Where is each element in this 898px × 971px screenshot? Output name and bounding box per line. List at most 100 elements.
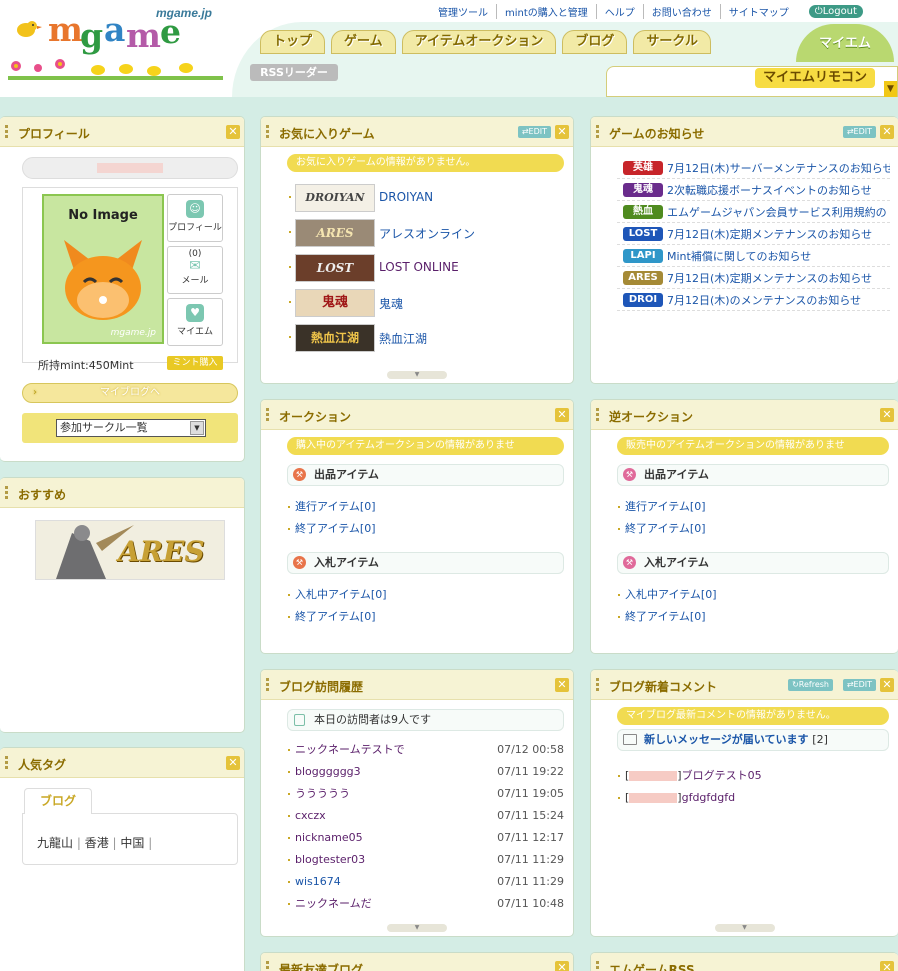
util-link-contact[interactable]: お問い合わせ — [644, 4, 721, 19]
drag-handle-icon[interactable] — [596, 408, 599, 421]
visitor-link[interactable]: wis1674 — [295, 875, 341, 888]
myem-button[interactable]: ♥ マイエム — [167, 298, 223, 346]
rss-reader-button[interactable]: RSSリーダー — [250, 64, 338, 81]
drag-handle-icon[interactable] — [596, 961, 599, 971]
close-icon[interactable]: ✕ — [226, 125, 240, 139]
remocon-label[interactable]: マイエムリモコン — [755, 68, 875, 88]
news-link[interactable]: 7月12日(木)サーバーメンテナンスのお知らせ — [667, 160, 890, 176]
edit-button[interactable]: ⇄EDIT — [842, 126, 876, 138]
drag-handle-icon[interactable] — [5, 125, 8, 138]
news-link[interactable]: 7月12日(木)定期メンテナンスのお知らせ — [667, 270, 872, 286]
visitor-link[interactable]: ニックネームだ — [295, 897, 372, 910]
game-link[interactable]: 鬼魂 — [379, 295, 403, 312]
scroll-down-icon[interactable]: ▼ — [714, 924, 775, 932]
nav-tab-blog[interactable]: ブログ — [562, 30, 628, 54]
util-link-sitemap[interactable]: サイトマップ — [721, 4, 797, 19]
auction-link[interactable]: 終了アイテム[0] — [591, 606, 898, 628]
close-icon[interactable]: ✕ — [880, 408, 894, 422]
util-link-admin-tool[interactable]: 管理ツール — [430, 4, 497, 19]
auction-link[interactable]: 進行アイテム[0] — [261, 496, 573, 518]
news-link[interactable]: Mint補償に関してのお知らせ — [667, 248, 811, 264]
auction-link[interactable]: 終了アイテム[0] — [591, 518, 898, 540]
close-icon[interactable]: ✕ — [555, 408, 569, 422]
util-link-help[interactable]: ヘルプ — [597, 4, 644, 19]
scroll-down-icon[interactable]: ▼ — [387, 924, 447, 932]
mint-buy-button[interactable]: ミント購入 — [167, 356, 223, 370]
close-icon[interactable]: ✕ — [880, 678, 894, 692]
comment-item[interactable]: []ブログテスト05 — [591, 765, 898, 787]
visitor-link[interactable]: ニックネームテストで — [295, 743, 405, 756]
comment-item[interactable]: []gfdgfdgfd — [591, 787, 898, 809]
drag-handle-icon[interactable] — [266, 678, 269, 691]
circle-select[interactable]: 参加サークル一覧 ▼ — [56, 419, 206, 437]
game-thumbnail[interactable]: LOST — [295, 254, 375, 282]
comment-link[interactable]: gfdgfdgfd — [682, 791, 736, 804]
refresh-button[interactable]: ↻Refresh — [788, 679, 833, 691]
close-icon[interactable]: ✕ — [555, 125, 569, 139]
drag-handle-icon[interactable] — [5, 756, 8, 769]
tag-link[interactable]: 中国 — [120, 836, 144, 850]
game-thumbnail[interactable]: DROIYAN — [295, 184, 375, 212]
profile-button[interactable]: ☺ プロフィール — [167, 194, 223, 242]
news-link[interactable]: 7月12日(木)のメンテナンスのお知らせ — [667, 292, 861, 308]
auction-link[interactable]: 進行アイテム[0] — [591, 496, 898, 518]
util-link-mint[interactable]: mintの購入と管理 — [497, 4, 597, 19]
auction-link[interactable]: 入札中アイテム[0] — [261, 584, 573, 606]
avatar[interactable]: No Image mgame.jp — [42, 194, 164, 344]
game-link[interactable]: DROIYAN — [379, 190, 433, 204]
drag-handle-icon[interactable] — [596, 125, 599, 138]
game-link[interactable]: アレスオンライン — [379, 225, 475, 242]
auction-link[interactable]: 終了アイテム[0] — [261, 518, 573, 540]
news-link[interactable]: 7月12日(木)定期メンテナンスのお知らせ — [667, 226, 872, 242]
tab-blog[interactable]: ブログ — [24, 788, 92, 814]
visitor-link[interactable]: blogggggg3 — [295, 765, 361, 778]
myblog-button[interactable]: › マイブログへ — [22, 383, 238, 403]
mail-button[interactable]: (0) ✉ メール — [167, 246, 223, 294]
game-thumbnail[interactable]: 熱血江湖 — [295, 324, 375, 352]
game-link[interactable]: LOST ONLINE — [379, 260, 459, 274]
news-link[interactable]: エムゲームジャパン会員サービス利用規約の — [667, 204, 887, 220]
nav-tab-circle[interactable]: サークル — [633, 30, 711, 54]
edit-button[interactable]: ⇄EDIT — [517, 126, 551, 138]
drag-handle-icon[interactable] — [266, 961, 269, 971]
nav-tab-top[interactable]: トップ — [260, 30, 326, 54]
new-message-bar[interactable]: 新しいメッセージが届いています [2] — [617, 729, 889, 751]
game-thumbnail[interactable]: ARES — [295, 219, 375, 247]
drag-handle-icon[interactable] — [5, 486, 8, 499]
close-icon[interactable]: ✕ — [226, 756, 240, 770]
logout-button[interactable]: ⏻Logout — [808, 5, 863, 18]
drag-handle-icon[interactable] — [596, 678, 599, 691]
news-item[interactable]: LAPI Mint補償に関してのお知らせ — [617, 245, 890, 267]
tag-link[interactable]: 九龍山 — [37, 836, 73, 850]
scroll-down-icon[interactable]: ▼ — [387, 371, 447, 379]
visitor-link[interactable]: ううううう — [295, 787, 350, 800]
recommend-banner[interactable]: ARES — [35, 520, 225, 580]
close-icon[interactable]: ✕ — [555, 961, 569, 971]
auction-link[interactable]: 終了アイテム[0] — [261, 606, 573, 628]
drag-handle-icon[interactable] — [266, 408, 269, 421]
visitor-link[interactable]: cxczx — [295, 809, 326, 822]
remocon-toggle-icon[interactable]: ▼ — [884, 81, 897, 97]
close-icon[interactable]: ✕ — [880, 125, 894, 139]
nav-tab-item-auction[interactable]: アイテムオークション — [401, 30, 557, 54]
drag-handle-icon[interactable] — [266, 125, 269, 138]
tag-link[interactable]: 香港 — [85, 836, 109, 850]
news-item[interactable]: DROI 7月12日(木)のメンテナンスのお知らせ — [617, 289, 890, 311]
news-item[interactable]: 鬼魂 2次転職応援ボーナスイベントのお知らせ — [617, 179, 890, 201]
comment-link[interactable]: ブログテスト05 — [682, 769, 762, 782]
mgame-logo[interactable]: m g a m e mgame.jp — [8, 2, 238, 94]
news-link[interactable]: 2次転職応援ボーナスイベントのお知らせ — [667, 182, 872, 198]
visitor-link[interactable]: blogtester03 — [295, 853, 365, 866]
close-icon[interactable]: ✕ — [555, 678, 569, 692]
news-item[interactable]: 熱血 エムゲームジャパン会員サービス利用規約の — [617, 201, 890, 223]
edit-button[interactable]: ⇄EDIT — [842, 679, 876, 691]
auction-link[interactable]: 入札中アイテム[0] — [591, 584, 898, 606]
visitor-link[interactable]: nickname05 — [295, 831, 363, 844]
close-icon[interactable]: ✕ — [880, 961, 894, 971]
game-link[interactable]: 熱血江湖 — [379, 330, 427, 347]
game-thumbnail[interactable]: 鬼魂 — [295, 289, 375, 317]
news-item[interactable]: ARES 7月12日(木)定期メンテナンスのお知らせ — [617, 267, 890, 289]
nav-tab-game[interactable]: ゲーム — [331, 30, 396, 54]
news-item[interactable]: 英雄 7月12日(木)サーバーメンテナンスのお知らせ — [617, 157, 890, 179]
news-item[interactable]: LOST 7月12日(木)定期メンテナンスのお知らせ — [617, 223, 890, 245]
